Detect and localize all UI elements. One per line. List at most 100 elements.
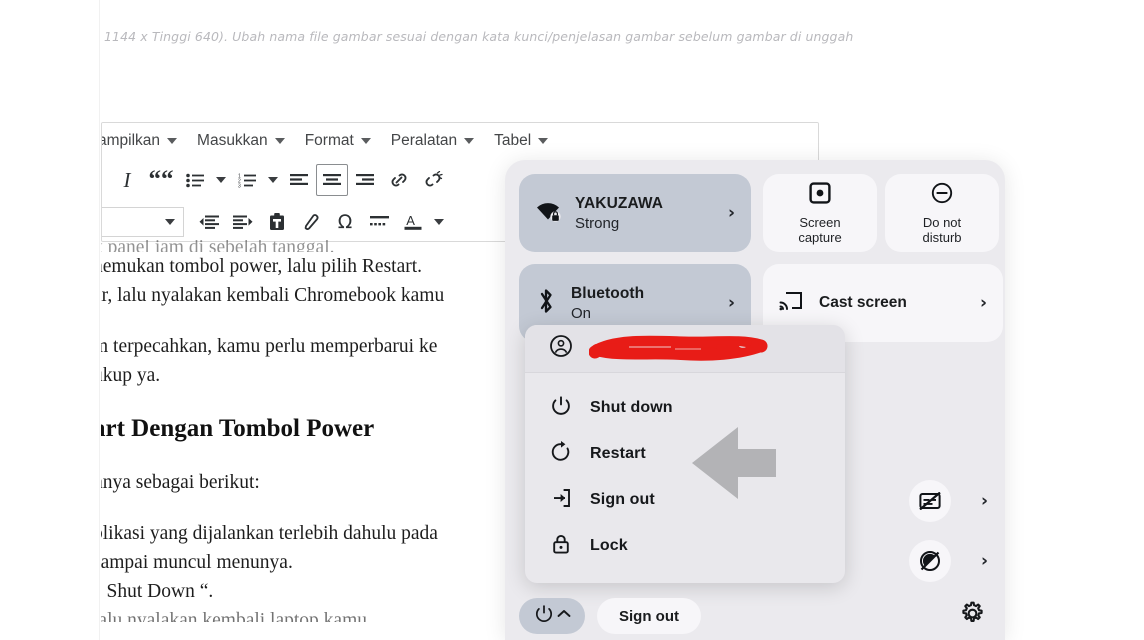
document-heading: art Dengan Tombol Power: [101, 415, 375, 442]
italic-icon[interactable]: I: [110, 163, 144, 197]
menu-label: Masukkan: [197, 132, 268, 149]
wifi-text: YAKUZAWA Strong: [575, 195, 714, 232]
paste-icon[interactable]: [260, 205, 294, 239]
power-menu-item-label: Restart: [590, 445, 646, 462]
menu-format[interactable]: Format: [295, 128, 381, 154]
restart-icon: [550, 440, 572, 468]
numbered-list-options-icon[interactable]: [264, 163, 282, 197]
do-not-disturb-icon: [931, 182, 953, 209]
screen-capture-icon: [809, 181, 831, 209]
bluetooth-state: On: [571, 304, 592, 322]
document-line-clipped-bottom: lalu nyalakan kembali laptop kamu: [101, 610, 367, 622]
settings-button[interactable]: [953, 597, 991, 635]
chevron-down-icon: [274, 138, 285, 144]
menu-label: ampilkan: [101, 132, 161, 149]
quick-setting-do-not-disturb[interactable]: Do not disturb: [885, 174, 999, 252]
document-line: m terpecahkan, kamu perlu memperbarui ke: [101, 336, 438, 357]
quick-setting-screen-capture[interactable]: Screen capture: [763, 174, 877, 252]
gear-icon: [960, 601, 985, 631]
power-icon: [550, 395, 572, 422]
annotation-arrow-icon: [692, 427, 782, 499]
power-menu-list: Shut down Restart Sign out Lock: [525, 373, 845, 569]
document-spacer: [101, 446, 541, 468]
quick-settings-bottom-bar: Sign out: [519, 596, 991, 636]
align-left-icon[interactable]: [282, 163, 316, 197]
sign-out-button[interactable]: Sign out: [597, 598, 701, 634]
power-button[interactable]: [519, 598, 585, 634]
insert-link-icon[interactable]: [382, 163, 416, 197]
chevron-right-icon: ›: [727, 203, 735, 223]
menu-label: Tabel: [494, 132, 532, 149]
menu-tabel[interactable]: Tabel: [484, 128, 558, 154]
power-menu-item-label: Lock: [590, 537, 628, 554]
text-color-icon[interactable]: A: [396, 205, 430, 239]
power-menu-item-lock[interactable]: Lock: [525, 523, 845, 569]
align-center-icon[interactable]: [316, 164, 348, 196]
power-menu-popup: Shut down Restart Sign out Lock: [525, 325, 845, 583]
power-menu-item-label: Shut down: [590, 399, 673, 416]
account-circle-icon: [549, 334, 573, 363]
document-line: hnya sebagai berikut:: [101, 472, 260, 493]
menu-label: Format: [304, 132, 354, 149]
power-menu-item-shut-down[interactable]: Shut down: [525, 385, 845, 431]
remove-link-icon[interactable]: [416, 163, 450, 197]
lock-icon: [550, 533, 572, 560]
document-spacer: [101, 390, 541, 412]
chevron-down-icon: [464, 138, 475, 144]
menu-tampilkan[interactable]: ampilkan: [101, 128, 187, 154]
chevron-right-icon: ›: [981, 491, 989, 511]
power-menu-item-restart[interactable]: Restart: [525, 431, 845, 477]
wifi-strength: Strong: [575, 214, 620, 232]
wifi-icon: [535, 200, 561, 227]
special-character-icon[interactable]: Ω: [328, 205, 362, 239]
chevron-down-icon: [165, 219, 175, 225]
bulleted-list-icon[interactable]: [178, 163, 212, 197]
document-line-clipped-top: k panel jam di sebelah tanggal.: [101, 240, 335, 252]
bulleted-list-options-icon[interactable]: [212, 163, 230, 197]
numbered-list-icon[interactable]: 1 2 3: [230, 163, 264, 197]
menu-masukkan[interactable]: Masukkan: [187, 128, 295, 154]
editor-menubar: ampilkan Masukkan Format Peralatan Tabel: [102, 123, 818, 159]
blockquote-icon[interactable]: ““: [144, 163, 178, 197]
document-line: plikasi yang dijalankan terlebih dahulu …: [101, 523, 438, 544]
power-menu-user-row[interactable]: [525, 325, 845, 373]
decrease-indent-icon[interactable]: [192, 205, 226, 239]
quick-setting-wifi[interactable]: YAKUZAWA Strong ›: [519, 174, 751, 252]
wifi-ssid: YAKUZAWA: [575, 194, 664, 212]
image-caption: 1144 x Tinggi 640). Ubah nama file gamba…: [104, 29, 854, 44]
chevron-down-icon: [360, 138, 371, 144]
chevron-right-icon: ›: [979, 293, 987, 313]
svg-text:3: 3: [238, 183, 241, 188]
sign-out-label: Sign out: [619, 607, 679, 625]
quick-setting-captions[interactable]: ›: [909, 480, 988, 522]
chevron-up-icon: [557, 607, 571, 625]
svg-text:A: A: [406, 213, 415, 228]
power-menu-item-label: Sign out: [590, 491, 655, 508]
style-select[interactable]: [102, 207, 184, 237]
power-menu-item-sign-out[interactable]: Sign out: [525, 477, 845, 523]
horizontal-rule-icon[interactable]: [362, 205, 396, 239]
chevron-right-icon: ›: [981, 551, 989, 571]
do-not-disturb-label: Do not disturb: [922, 214, 962, 245]
document-line: “ Shut Down “.: [101, 581, 214, 602]
screenshot-root: 1144 x Tinggi 640). Ubah nama file gamba…: [0, 0, 1144, 640]
screen-rotation-lock-icon: [909, 540, 951, 582]
document-line: sampai muncul menunya.: [101, 552, 293, 573]
bluetooth-title: Bluetooth: [571, 284, 645, 302]
document-body: k panel jam di sebelah tanggal. nemukan …: [101, 240, 541, 640]
chevron-right-icon: ›: [727, 293, 735, 313]
captions-off-icon: [909, 480, 951, 522]
document-spacer: [101, 497, 541, 519]
align-right-icon[interactable]: [348, 163, 382, 197]
screen-capture-label: Screen capture: [798, 214, 842, 245]
cast-screen-label: Cast screen: [819, 294, 907, 311]
page-gutter: [0, 0, 100, 640]
bluetooth-text: Bluetooth On: [571, 285, 714, 322]
quick-setting-screen-rotation[interactable]: ›: [909, 540, 988, 582]
text-color-options-icon[interactable]: [430, 205, 448, 239]
document-line: nemukan tombol power, lalu pilih Restart…: [101, 256, 423, 277]
bluetooth-icon: [535, 288, 557, 319]
menu-peralatan[interactable]: Peralatan: [381, 128, 484, 154]
increase-indent-icon[interactable]: [226, 205, 260, 239]
clear-format-icon[interactable]: [294, 205, 328, 239]
